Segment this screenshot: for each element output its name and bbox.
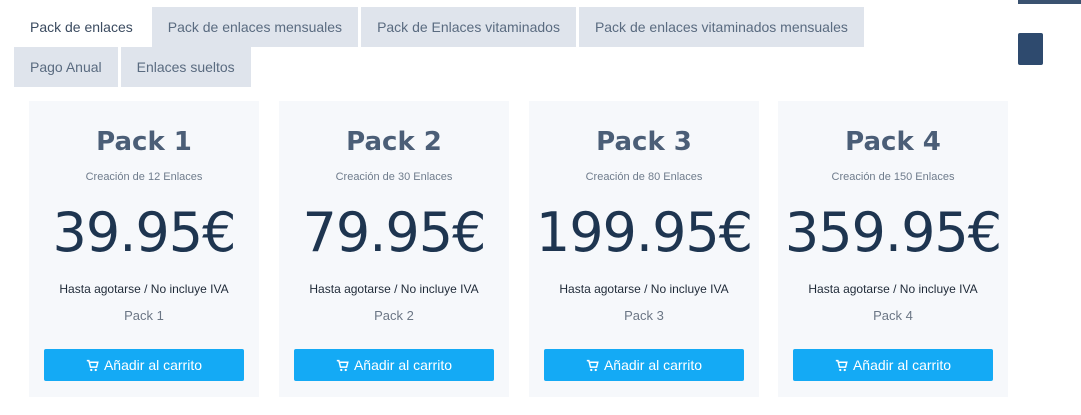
pack-tabs: Pack de enlaces Pack de enlaces mensuale… — [14, 7, 934, 87]
pricing-cards: Pack 1 Creación de 12 Enlaces 39.95€ Has… — [29, 101, 1009, 397]
add-to-cart-button[interactable]: Añadir al carrito — [294, 349, 494, 381]
add-to-cart-button[interactable]: Añadir al carrito — [544, 349, 744, 381]
add-to-cart-label: Añadir al carrito — [603, 357, 703, 373]
pricing-card-pack-1: Pack 1 Creación de 12 Enlaces 39.95€ Has… — [29, 101, 259, 397]
add-to-cart-button[interactable]: Añadir al carrito — [44, 349, 244, 381]
pricing-card-pack-3: Pack 3 Creación de 80 Enlaces 199.95€ Ha… — [529, 101, 759, 397]
card-note: Hasta agotarse / No incluye IVA — [808, 282, 978, 296]
card-title: Pack 4 — [845, 127, 941, 157]
shopping-cart-icon — [336, 359, 349, 371]
card-note: Hasta agotarse / No incluye IVA — [559, 282, 729, 296]
tab-pack-de-enlaces-vitaminados-mensuales[interactable]: Pack de enlaces vitaminados mensuales — [578, 7, 864, 47]
shopping-cart-icon — [835, 359, 848, 371]
pricing-card-pack-2: Pack 2 Creación de 30 Enlaces 79.95€ Has… — [279, 101, 509, 397]
tab-pago-anual[interactable]: Pago Anual — [14, 47, 118, 87]
card-pack-name: Pack 4 — [873, 308, 913, 323]
card-subtitle: Creación de 30 Enlaces — [335, 171, 453, 183]
card-subtitle: Creación de 80 Enlaces — [585, 171, 703, 183]
card-price: 39.95€ — [52, 201, 237, 264]
card-note: Hasta agotarse / No incluye IVA — [59, 282, 229, 296]
card-pack-name: Pack 3 — [624, 308, 664, 323]
card-pack-name: Pack 2 — [374, 308, 414, 323]
add-to-cart-label: Añadir al carrito — [852, 357, 952, 373]
card-price: 359.95€ — [784, 201, 1002, 264]
card-note: Hasta agotarse / No incluye IVA — [309, 282, 479, 296]
tab-pack-de-enlaces-mensuales[interactable]: Pack de enlaces mensuales — [151, 7, 359, 47]
top-accent-line — [1018, 0, 1081, 4]
add-to-cart-button[interactable]: Añadir al carrito — [793, 349, 993, 381]
shopping-cart-icon — [586, 359, 599, 371]
tab-pack-de-enlaces[interactable]: Pack de enlaces — [14, 7, 149, 47]
card-subtitle: Creación de 12 Enlaces — [85, 171, 203, 183]
card-price: 79.95€ — [302, 201, 487, 264]
pricing-card-pack-4: Pack 4 Creación de 150 Enlaces 359.95€ H… — [778, 101, 1008, 397]
card-price: 199.95€ — [535, 201, 753, 264]
tab-pack-de-enlaces-vitaminados[interactable]: Pack de Enlaces vitaminados — [361, 7, 576, 47]
card-title: Pack 3 — [596, 127, 692, 157]
add-to-cart-label: Añadir al carrito — [103, 357, 203, 373]
side-button[interactable] — [1018, 33, 1043, 65]
card-pack-name: Pack 1 — [124, 308, 164, 323]
card-title: Pack 1 — [96, 127, 192, 157]
shopping-cart-icon — [86, 359, 99, 371]
tab-enlaces-sueltos[interactable]: Enlaces sueltos — [120, 47, 251, 87]
card-subtitle: Creación de 150 Enlaces — [831, 171, 955, 183]
card-title: Pack 2 — [346, 127, 442, 157]
add-to-cart-label: Añadir al carrito — [353, 357, 453, 373]
